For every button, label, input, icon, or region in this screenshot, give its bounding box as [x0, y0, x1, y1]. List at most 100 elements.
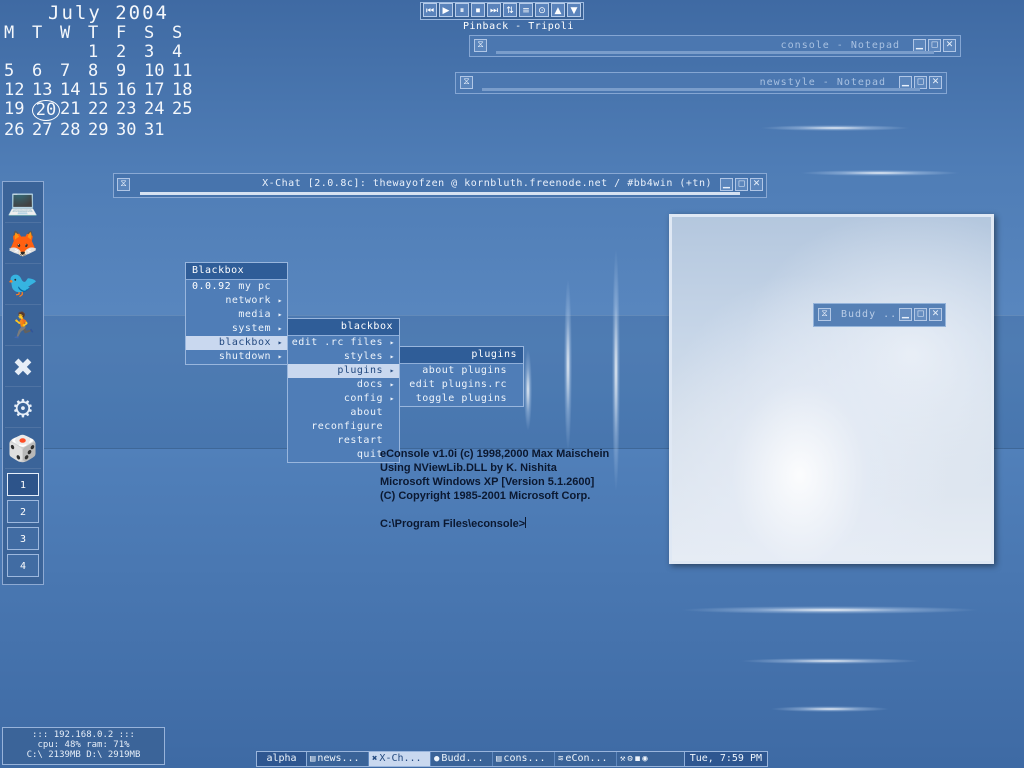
task-label: cons...	[503, 753, 546, 764]
weekday-label: S	[144, 23, 155, 43]
xchat-window[interactable]: ⧖ X-Chat [2.0.8c]: thewayofzen @ kornblu…	[113, 173, 767, 198]
display-icon[interactable]: ◼	[635, 754, 640, 764]
window-menu-icon[interactable]: ⧖	[460, 76, 473, 89]
shuffle-button[interactable]: ⇅	[503, 3, 517, 17]
newstyle-notepad-window[interactable]: ⧖ newstyle - Notepad ▁ ◻ ✕	[455, 72, 947, 94]
taskbar: alpha ▤ news... ✖ X-Ch... ● Budd... ▤ cons... ≋ e…	[256, 751, 768, 767]
menu-item-about[interactable]: about	[288, 406, 399, 420]
calendar-day: 22	[88, 99, 109, 119]
calendar-day: 12	[4, 80, 25, 100]
menu-item-about-plugins[interactable]: about plugins	[400, 364, 523, 378]
menu-item-reconfigure[interactable]: reconfigure	[288, 420, 399, 434]
console-line: Using NViewLib.DLL by K. Nishita	[380, 462, 557, 474]
calendar-day: 8	[88, 61, 99, 81]
pause-button[interactable]: ⏸	[455, 3, 469, 17]
close-button[interactable]: ✕	[750, 178, 763, 191]
taskbar-task[interactable]: ▤ cons...	[493, 752, 555, 766]
taskbar-task[interactable]: ≋ eCon...	[555, 752, 617, 766]
close-button[interactable]: ✕	[929, 308, 942, 321]
window-title: console - Notepad	[780, 40, 900, 51]
menu-item-config[interactable]: config	[288, 392, 399, 406]
next-button[interactable]: ⏭	[487, 3, 501, 17]
weekday-label: M	[4, 23, 15, 43]
window-menu-icon[interactable]: ⧖	[474, 39, 487, 52]
calendar-title: July 2004	[48, 2, 169, 24]
cpu-ram-usage: cpu: 48% ram: 71%	[37, 740, 130, 750]
window-title: Buddy ...	[841, 309, 905, 320]
stop-button[interactable]: ⏹	[471, 3, 485, 17]
play-button[interactable]: ▶	[439, 3, 453, 17]
xchat-icon[interactable]: ✖	[5, 348, 41, 387]
menu-item-edit-rc-files[interactable]: edit .rc files	[288, 336, 399, 350]
volume-icon[interactable]: ◉	[642, 754, 647, 764]
menu-item-network[interactable]: network	[186, 294, 287, 308]
window-menu-icon[interactable]: ⧖	[818, 308, 831, 321]
repeat-button[interactable]: ⊙	[535, 3, 549, 17]
thunderbird-icon[interactable]: 🐦	[5, 266, 41, 305]
settings-gears-icon[interactable]: ⚙	[5, 389, 41, 428]
menu-item-media[interactable]: media	[186, 308, 287, 322]
volume-up-button[interactable]: ▲	[551, 3, 565, 17]
workspace-button-4[interactable]: 4	[7, 554, 39, 577]
taskbar-task[interactable]: ✖ X-Ch...	[369, 752, 431, 766]
calendar-day: 21	[60, 99, 81, 119]
cloud-image-window[interactable]	[669, 214, 994, 564]
console-line: Microsoft Windows XP [Version 5.1.2600]	[380, 476, 595, 488]
root-menu: Blackbox 0.0.92 my pcnetworkmediasystemb…	[185, 262, 288, 365]
calendar-day: 27	[32, 120, 53, 140]
minimize-button[interactable]: ▁	[720, 178, 733, 191]
text-cursor	[525, 517, 527, 528]
plugins-submenu-title: plugins	[400, 347, 523, 364]
maximize-button[interactable]: ◻	[735, 178, 748, 191]
menu-item-edit-plugins-rc[interactable]: edit plugins.rc	[400, 378, 523, 392]
task-label: eCon...	[565, 753, 608, 764]
minimize-button[interactable]: ▁	[899, 308, 912, 321]
previous-button[interactable]: ⏮	[423, 3, 437, 17]
wallpaper-streak	[564, 280, 572, 450]
menu-item-restart[interactable]: restart	[288, 434, 399, 448]
root-menu-title: Blackbox 0.0.92	[186, 263, 287, 292]
menu-item-docs[interactable]: docs	[288, 378, 399, 392]
workspace-name[interactable]: alpha	[257, 752, 307, 766]
buddy-list-window[interactable]: ⧖ Buddy ... ▁ ◻ ✕	[813, 303, 946, 327]
calendar-day: 7	[60, 61, 71, 81]
maximize-button[interactable]: ◻	[914, 308, 927, 321]
menu-item-plugins[interactable]: plugins	[288, 364, 399, 378]
taskbar-task[interactable]: ● Budd...	[431, 752, 493, 766]
playlist-button[interactable]: ≡	[519, 3, 533, 17]
econsole-output[interactable]: eConsole v1.0i (c) 1998,2000 Max Maische…	[380, 447, 609, 531]
window-menu-icon[interactable]: ⧖	[117, 178, 130, 191]
weekday-label: T	[88, 23, 99, 43]
menu-item-my-pc[interactable]: my pc	[186, 280, 287, 294]
menu-item-styles[interactable]: styles	[288, 350, 399, 364]
wallpaper-streak	[740, 658, 920, 664]
workspace-button-1[interactable]: 1	[7, 473, 39, 496]
dice-game-icon[interactable]: 🎲	[5, 430, 41, 469]
blackbox-submenu: blackbox edit .rc filesstylespluginsdocs…	[287, 318, 400, 463]
task-label: Budd...	[441, 753, 484, 764]
menu-item-system[interactable]: system	[186, 322, 287, 336]
drive-space: C:\ 2139MB D:\ 2919MB	[26, 750, 141, 760]
firefox-icon[interactable]: 🦊	[5, 225, 41, 264]
menu-item-shutdown[interactable]: shutdown	[186, 350, 287, 364]
network-icon[interactable]: ⚙	[627, 754, 632, 764]
window-title: newstyle - Notepad	[759, 77, 886, 88]
close-button[interactable]: ✕	[929, 76, 942, 89]
calendar-day: 18	[172, 80, 193, 100]
workspace-button-3[interactable]: 3	[7, 527, 39, 550]
console-notepad-window[interactable]: ⧖ console - Notepad ▁ ◻ ✕	[469, 35, 961, 57]
close-button[interactable]: ✕	[943, 39, 956, 52]
taskbar-task[interactable]: ▤ news...	[307, 752, 369, 766]
my-computer-icon[interactable]: 💻	[5, 184, 41, 223]
aim-icon[interactable]: 🏃	[5, 307, 41, 346]
volume-down-button[interactable]: ▼	[567, 3, 581, 17]
workspace-button-2[interactable]: 2	[7, 500, 39, 523]
tool-icon[interactable]: ⚒	[620, 754, 625, 764]
task-icon: ▤	[496, 754, 502, 764]
menu-item-toggle-plugins[interactable]: toggle plugins	[400, 392, 523, 406]
menu-item-blackbox[interactable]: blackbox	[186, 336, 287, 350]
media-controls: ⏮ ▶ ⏸ ⏹ ⏭ ⇅ ≡ ⊙ ▲ ▼	[420, 2, 584, 20]
calendar-day: 24	[144, 99, 165, 119]
clock[interactable]: Tue, 7:59 PM	[683, 752, 767, 766]
task-icon: ▤	[310, 754, 316, 764]
